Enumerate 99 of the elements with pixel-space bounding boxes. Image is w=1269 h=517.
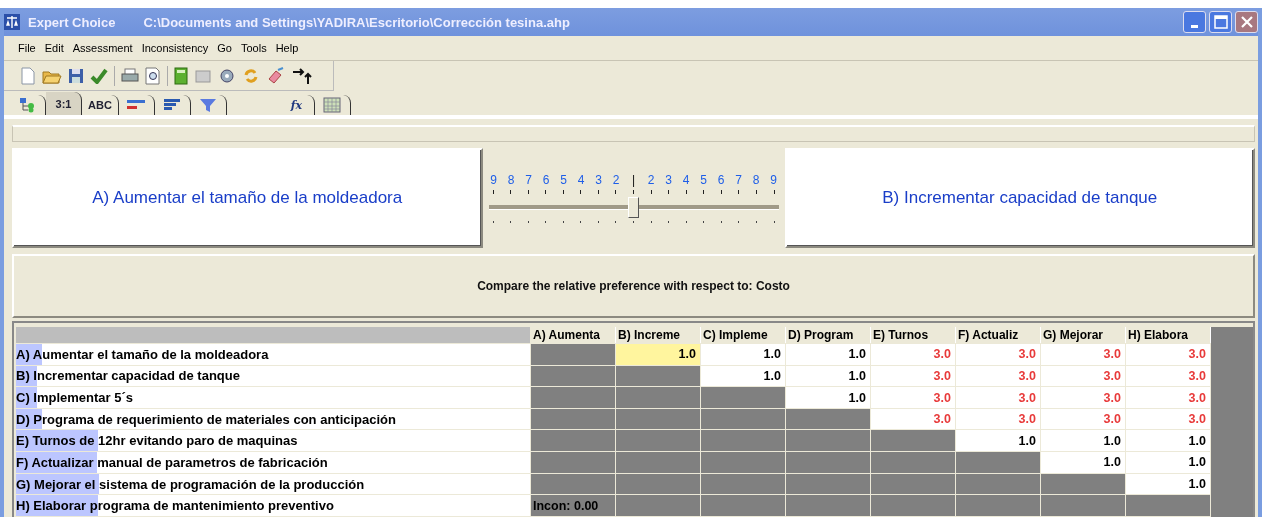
grid-icon bbox=[323, 97, 342, 113]
close-button[interactable] bbox=[1235, 11, 1258, 33]
menu-item[interactable]: File bbox=[18, 42, 36, 54]
judgment-cell[interactable]: 1.0 bbox=[616, 343, 701, 365]
judgment-cell[interactable]: 3.0 bbox=[1041, 343, 1126, 365]
file-path: C:\Documents and Settings\YADIRA\Escritorio\Corrección tesina.ahp bbox=[143, 14, 570, 30]
view-tab[interactable]: ABC bbox=[82, 95, 119, 115]
row-label[interactable]: H) Elaborar programa de mantenimiento preventivo bbox=[16, 495, 531, 516]
judgment-cell[interactable]: 1.0 bbox=[1041, 430, 1126, 452]
judgment-cell[interactable]: 3.0 bbox=[956, 387, 1041, 408]
judgment-cell[interactable]: 1.0 bbox=[786, 343, 871, 365]
judgment-cell[interactable]: 3.0 bbox=[1126, 343, 1211, 365]
judgment-cell[interactable]: 1.0 bbox=[786, 365, 871, 387]
column-header: C) Impleme bbox=[701, 327, 786, 343]
row-label[interactable]: C) Implementar 5´s bbox=[16, 387, 531, 408]
scale-number: 4 bbox=[681, 173, 691, 187]
row-label[interactable]: A) Aumentar el tamaño de la moldeadora bbox=[16, 343, 531, 365]
judgment-cell[interactable]: 1.0 bbox=[701, 365, 786, 387]
column-header: G) Mejorar bbox=[1041, 327, 1126, 343]
scale-number: 8 bbox=[506, 173, 516, 187]
row-label[interactable]: F) Actualizar manual de parametros de fabricación bbox=[16, 452, 531, 473]
scale-number: 5 bbox=[699, 173, 708, 187]
maximize-button[interactable] bbox=[1209, 11, 1232, 33]
tree-icon bbox=[18, 97, 37, 113]
scale-number: 3 bbox=[594, 173, 603, 187]
scale-number: 2 bbox=[611, 173, 621, 187]
column-header: D) Program bbox=[786, 327, 871, 343]
scale-number: 9 bbox=[489, 173, 498, 187]
menu-item[interactable]: Help bbox=[275, 42, 299, 54]
minimize-button[interactable] bbox=[1183, 11, 1206, 33]
judgment-cell[interactable]: 3.0 bbox=[956, 408, 1041, 430]
app-name: Expert Choice bbox=[28, 14, 116, 30]
save-icon[interactable] bbox=[68, 67, 84, 84]
judgment-cell[interactable]: 1.0 bbox=[1126, 473, 1211, 495]
gear-icon[interactable] bbox=[218, 66, 236, 85]
scale-number: 3 bbox=[664, 173, 673, 187]
right-alternative: B) Incrementar capacidad de tanque bbox=[784, 148, 1255, 248]
scale-number: 9 bbox=[769, 173, 778, 187]
menu-item[interactable]: Assessment bbox=[72, 42, 133, 54]
inconsistency-ratio: Incon: 0.00 bbox=[531, 495, 616, 516]
scale-number: 7 bbox=[734, 173, 743, 187]
scale-number: 5 bbox=[559, 173, 568, 187]
minimize-icon bbox=[1191, 24, 1198, 28]
judgment-cell[interactable]: 3.0 bbox=[871, 365, 956, 387]
row-label[interactable]: E) Turnos de 12hr evitando paro de maquinas bbox=[16, 430, 531, 452]
view-tab[interactable]: 3:1 bbox=[46, 92, 82, 115]
judgment-cell[interactable]: 3.0 bbox=[1126, 387, 1211, 408]
judgment-cell[interactable]: 3.0 bbox=[956, 343, 1041, 365]
judgment-cell[interactable]: 3.0 bbox=[871, 387, 956, 408]
menu-item[interactable]: Edit bbox=[44, 42, 64, 54]
judgment-cell[interactable]: 3.0 bbox=[1126, 365, 1211, 387]
menu-item[interactable]: Go bbox=[217, 42, 232, 54]
scale-number: 6 bbox=[716, 173, 726, 187]
judgment-cell[interactable]: 1.0 bbox=[1126, 452, 1211, 473]
menu-item[interactable]: Inconsistency bbox=[141, 42, 209, 54]
scale-number: 8 bbox=[751, 173, 761, 187]
column-header: B) Increme bbox=[616, 327, 701, 343]
scale-number: | bbox=[630, 173, 637, 187]
judgment-cell[interactable]: 3.0 bbox=[1041, 408, 1126, 430]
judgment-cell[interactable]: 3.0 bbox=[871, 343, 956, 365]
print-icon[interactable] bbox=[121, 67, 139, 84]
judgment-cell[interactable]: 1.0 bbox=[1041, 452, 1126, 473]
column-header: H) Elabora bbox=[1126, 327, 1211, 343]
scale-number: 7 bbox=[524, 173, 533, 187]
judgment-cell[interactable]: 3.0 bbox=[1041, 387, 1126, 408]
funnel-icon bbox=[199, 97, 218, 113]
bars-icon bbox=[126, 99, 147, 111]
scale-number: 2 bbox=[646, 173, 656, 187]
calculator-icon[interactable] bbox=[174, 66, 188, 85]
judgment-cell[interactable]: 1.0 bbox=[956, 430, 1041, 452]
column-header: A) Aumenta bbox=[531, 327, 616, 343]
judgment-cell[interactable]: 3.0 bbox=[1126, 408, 1211, 430]
bars-icon bbox=[163, 98, 182, 112]
row-label[interactable]: D) Programa de requerimiento de materiales con anticipación bbox=[16, 408, 531, 430]
eraser-icon[interactable] bbox=[266, 66, 286, 85]
judgment-cell[interactable]: 3.0 bbox=[1041, 365, 1126, 387]
column-header: F) Actualiz bbox=[956, 327, 1041, 343]
app-icon bbox=[4, 14, 20, 30]
view-tab[interactable]: fx bbox=[278, 95, 315, 115]
column-header: E) Turnos bbox=[871, 327, 956, 343]
arrows-icon[interactable] bbox=[292, 66, 314, 85]
maximize-icon bbox=[1213, 15, 1228, 29]
question-text: Compare the relative preference with respect to: Costo bbox=[12, 254, 1255, 318]
close-icon bbox=[1239, 15, 1254, 29]
new-file-icon[interactable] bbox=[20, 66, 36, 85]
judgment-cell[interactable]: 1.0 bbox=[1126, 430, 1211, 452]
checkmark-icon[interactable] bbox=[90, 67, 108, 84]
left-alternative: A) Aumentar el tamaño de la moldeadora bbox=[12, 148, 483, 248]
slider-thumb[interactable] bbox=[627, 197, 639, 218]
menu-item[interactable]: Tools bbox=[240, 42, 267, 54]
scale-number: 6 bbox=[541, 173, 551, 187]
judgment-cell[interactable]: 1.0 bbox=[701, 343, 786, 365]
scale-number: 4 bbox=[576, 173, 586, 187]
judgment-cell[interactable]: 1.0 bbox=[786, 387, 871, 408]
row-label[interactable]: G) Mejorar el sistema de programación de la producción bbox=[16, 473, 531, 495]
row-label[interactable]: B) Incrementar capacidad de tanque bbox=[16, 365, 531, 387]
judgment-cell[interactable]: 3.0 bbox=[956, 365, 1041, 387]
judgment-cell[interactable]: 3.0 bbox=[871, 408, 956, 430]
print-preview-icon[interactable] bbox=[145, 66, 161, 85]
